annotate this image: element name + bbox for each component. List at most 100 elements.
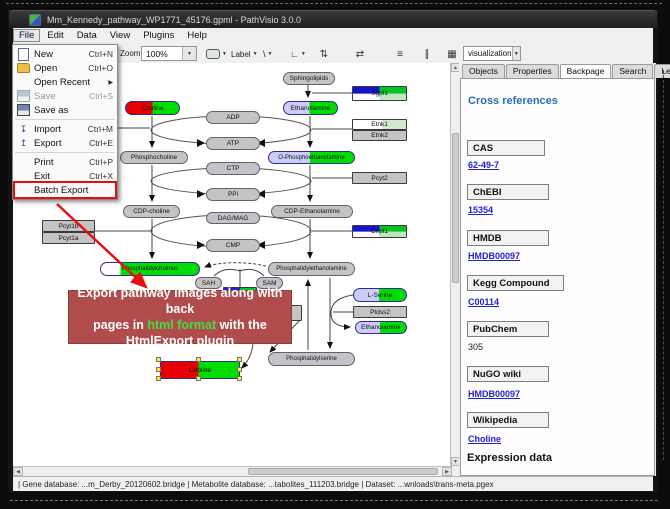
- pathway-node-phosphatidylethanolamine[interactable]: Phosphatidylethanolamine: [268, 262, 355, 276]
- app-icon: [29, 14, 41, 26]
- menu-plugins[interactable]: Plugins: [137, 29, 180, 42]
- xref-link-cas[interactable]: 62-49-7: [468, 160, 499, 170]
- scroll-right-button[interactable]: ▶: [442, 467, 452, 476]
- xref-link-nugo[interactable]: HMDB00097: [468, 389, 520, 399]
- pathway-node-ctp[interactable]: CTP: [206, 162, 260, 175]
- pathway-node-ethanolamine[interactable]: Ethanolamine: [283, 101, 338, 115]
- selection-handle[interactable]: [196, 357, 201, 362]
- tab-backpage[interactable]: Backpage: [560, 64, 612, 78]
- menu-edit[interactable]: Edit: [41, 29, 69, 42]
- status-bar: | Gene database: ...m_Derby_20120602.bri…: [13, 476, 653, 491]
- title-bar[interactable]: Mm_Kennedy_pathway_WP1771_45176.gpml - P…: [9, 11, 657, 28]
- pathway-node-cdp-choline[interactable]: CDP-choline: [123, 205, 180, 218]
- tab-search[interactable]: Search: [612, 64, 653, 78]
- pathway-node-cept1[interactable]: Cept1: [352, 225, 407, 238]
- menu-shortcut: Ctrl+M: [88, 124, 113, 134]
- desktop-top-artifact: [6, 3, 662, 4]
- datanode-tool-button[interactable]: ▼: [206, 47, 227, 61]
- pathway-node-phosphatidylserine[interactable]: Phosphatidylserine: [268, 352, 355, 366]
- align-horizontal-button[interactable]: ⇄: [352, 46, 368, 62]
- menu-item-label: Exit: [34, 171, 50, 182]
- section-header-chebi: ChEBI: [467, 184, 549, 200]
- tab-objects[interactable]: Objects: [462, 64, 505, 78]
- pathway-node-atp[interactable]: ATP: [206, 137, 260, 150]
- section-header-kegg: Kegg Compound: [467, 275, 564, 291]
- dropdown-arrow-icon[interactable]: ▼: [512, 47, 520, 60]
- export-icon: ↥: [17, 138, 30, 149]
- selection-handle[interactable]: [237, 367, 242, 372]
- selection-handle[interactable]: [156, 367, 161, 372]
- pathway-node-pcyt1b[interactable]: Pcyt1b: [42, 220, 95, 232]
- menu-shortcut: Ctrl+N: [89, 49, 113, 59]
- menu-item-save-as[interactable]: Save as: [13, 103, 117, 117]
- section-header-nugo: NuGO wiki: [467, 366, 549, 382]
- selection-handle[interactable]: [156, 357, 161, 362]
- pathway-node-l-serine[interactable]: L-Serine: [353, 288, 407, 302]
- menu-file[interactable]: File: [13, 29, 40, 42]
- zoom-combobox[interactable]: 100% ▼: [141, 46, 197, 61]
- section-header-wikipedia: Wikipedia: [467, 412, 549, 428]
- pathway-node-pcyt1a[interactable]: Pcyt1a: [42, 232, 95, 244]
- menu-item-open-recent[interactable]: Open Recent ▶: [13, 75, 117, 89]
- menu-item-label: Import: [34, 124, 61, 135]
- hscroll-thumb[interactable]: [248, 468, 438, 475]
- pathway-node-phosphatidylcholines[interactable]: Phosphatidylcholines: [100, 262, 200, 276]
- pathway-node-ethanolamine-2[interactable]: Ethanolamine: [355, 321, 407, 334]
- selection-handle[interactable]: [237, 357, 242, 362]
- menu-item-export[interactable]: ↥ Export Ctrl+E: [13, 136, 117, 150]
- align-horizontal-icon: ⇄: [356, 49, 364, 60]
- annotation-callout: Export pathway images along with back pa…: [68, 290, 292, 344]
- xref-link-chebi[interactable]: 15354: [468, 205, 493, 215]
- pathway-node-ptdss2[interactable]: Ptdss2: [353, 306, 407, 318]
- spacer-icon: [17, 171, 30, 182]
- align-vertical-button[interactable]: ⇅: [316, 46, 332, 62]
- annotation-line1: Export pathway images along with back: [69, 285, 291, 317]
- pathway-node-choline[interactable]: Choline: [125, 101, 180, 115]
- pathway-node-phosphocholine[interactable]: Phosphocholine: [120, 151, 188, 164]
- selection-handle[interactable]: [196, 376, 201, 381]
- scroll-left-button[interactable]: ◀: [13, 467, 23, 476]
- line-tool-button[interactable]: \ ▼: [263, 47, 272, 61]
- pathway-node-sphingolipids[interactable]: Sphingolipids: [283, 72, 335, 85]
- open-folder-icon: [17, 63, 30, 74]
- menu-item-import[interactable]: ↧ Import Ctrl+M: [13, 122, 117, 136]
- menu-shortcut: Ctrl+O: [88, 63, 113, 73]
- pathway-node-cdp-ethanolamine[interactable]: CDP-Ethanolamine: [271, 205, 353, 218]
- tab-properties[interactable]: Properties: [506, 64, 559, 78]
- pathway-node-adp[interactable]: ADP: [206, 111, 260, 124]
- selection-handle[interactable]: [156, 376, 161, 381]
- label-tool-button[interactable]: Label ▼: [231, 47, 258, 61]
- xref-link-hmdb[interactable]: HMDB00097: [468, 251, 520, 261]
- menu-view[interactable]: View: [104, 29, 136, 42]
- pathway-node-o-phosphoethanolamine[interactable]: O-Phosphoethanolamine: [268, 151, 355, 164]
- xref-value-pubchem: 305: [468, 342, 483, 352]
- dropdown-arrow-icon[interactable]: ▼: [182, 47, 196, 60]
- desktop-bottom-artifact: [10, 500, 658, 501]
- pathway-node-sgpl1[interactable]: Sgpl1: [352, 86, 407, 101]
- xref-link-kegg[interactable]: C00114: [468, 297, 499, 307]
- stack-vertical-button[interactable]: ∥: [419, 46, 435, 62]
- pathway-node-etnk1[interactable]: Etnk1: [352, 119, 407, 130]
- menu-data[interactable]: Data: [71, 29, 103, 42]
- menu-item-open[interactable]: Open Ctrl+O: [13, 61, 117, 75]
- pathway-node-ppi[interactable]: PPi: [206, 188, 260, 201]
- menu-item-new[interactable]: New Ctrl+N: [13, 47, 117, 61]
- pathway-node-etnk2[interactable]: Etnk2: [352, 130, 407, 141]
- selection-handle[interactable]: [237, 376, 242, 381]
- menu-item-print[interactable]: Print Ctrl+P: [13, 155, 117, 169]
- menu-help[interactable]: Help: [181, 29, 213, 42]
- connector-tool-button[interactable]: ∟ ▼: [290, 47, 306, 61]
- distribute-button[interactable]: ≡: [392, 46, 408, 62]
- expression-data-heading: Expression data: [467, 452, 552, 464]
- menu-item-label: Open Recent: [34, 77, 90, 88]
- visualization-combobox[interactable]: visualization ▼: [463, 46, 521, 61]
- vscroll-thumb[interactable]: [452, 133, 459, 283]
- stack-horizontal-button[interactable]: ▦: [444, 46, 460, 62]
- spacer-icon: [17, 157, 30, 168]
- menu-item-label: Export: [34, 138, 61, 149]
- pathway-node-pcyt2[interactable]: Pcyt2: [352, 172, 407, 184]
- pathway-node-dag-mag[interactable]: DAG/MAG: [206, 212, 260, 224]
- pathway-node-cmp[interactable]: CMP: [206, 239, 260, 252]
- cross-references-heading: Cross references: [468, 95, 558, 107]
- xref-link-wikipedia[interactable]: Choline: [468, 434, 501, 444]
